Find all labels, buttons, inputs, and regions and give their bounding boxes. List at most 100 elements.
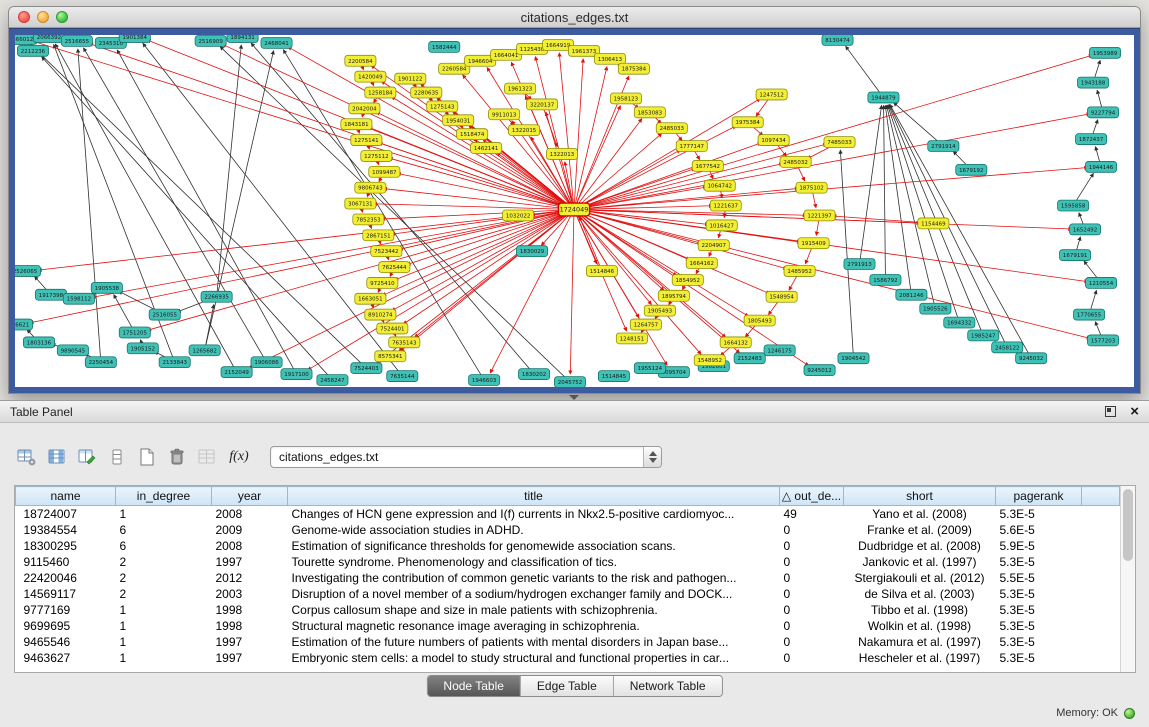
graph-node[interactable]: 1247512	[756, 89, 787, 100]
graph-node[interactable]: 1958123	[610, 93, 641, 104]
graph-node[interactable]: 2516055	[149, 309, 180, 320]
table-row[interactable]: 946362711997Embryonic stem cells: a mode…	[16, 650, 1120, 666]
graph-node[interactable]: 2791914	[928, 141, 959, 152]
graph-node[interactable]: 1894131	[227, 35, 258, 42]
graph-node[interactable]: 1943188	[1078, 77, 1109, 88]
graph-node[interactable]: 1306413	[594, 53, 625, 64]
graph-node[interactable]: 1322015	[509, 125, 540, 136]
graph-node[interactable]: 7635144	[387, 371, 418, 382]
graph-node[interactable]: 1944879	[868, 92, 899, 103]
table-row[interactable]: 911546021997Tourette syndrome. Phenomeno…	[16, 554, 1120, 570]
graph-node[interactable]: 1677542	[692, 160, 723, 171]
graph-node[interactable]: 8910274	[365, 309, 396, 320]
graph-node[interactable]: 1953989	[1089, 47, 1120, 58]
graph-node[interactable]: 9806743	[355, 182, 386, 193]
new-table-button[interactable]	[134, 445, 160, 469]
table-row[interactable]: 969969511998Structural magnetic resonanc…	[16, 618, 1120, 634]
graph-node[interactable]: 1985247	[968, 330, 999, 341]
graph-node[interactable]: 1577203	[1087, 335, 1118, 346]
row-selector-button[interactable]	[104, 445, 130, 469]
graph-node[interactable]: 2212236	[17, 45, 48, 56]
zoom-window-button[interactable]	[56, 11, 68, 23]
window-titlebar[interactable]: citations_edges.txt	[9, 7, 1140, 28]
graph-node[interactable]: 1872437	[1076, 134, 1107, 145]
graph-node[interactable]: 1275141	[351, 135, 382, 146]
graph-node[interactable]: 1905538	[91, 282, 122, 293]
graph-node[interactable]: 1906086	[251, 357, 282, 368]
network-canvas[interactable]: 2566012206639225166552345310190138422122…	[15, 35, 1134, 387]
graph-node[interactable]: 7625444	[379, 262, 410, 273]
graph-node[interactable]: 1854952	[672, 274, 703, 285]
graph-node[interactable]: 2066392	[33, 35, 64, 42]
float-panel-icon[interactable]	[1105, 406, 1116, 417]
graph-node[interactable]: 1875102	[796, 182, 827, 193]
graph-node[interactable]: 2250454	[85, 357, 116, 368]
graph-node[interactable]: 2468041	[261, 37, 292, 48]
graph-node[interactable]: 2200584	[345, 55, 376, 66]
graph-node[interactable]: 1664132	[720, 337, 751, 348]
graph-node[interactable]: 1154469	[918, 218, 949, 229]
graph-node[interactable]: 2485032	[780, 156, 811, 167]
graph-node[interactable]: 2045752	[554, 377, 585, 387]
graph-node[interactable]: 3067131	[345, 198, 376, 209]
graph-node[interactable]: 2485033	[656, 123, 687, 134]
close-window-button[interactable]	[18, 11, 30, 23]
graph-node[interactable]: 2042004	[349, 103, 380, 114]
column-header-short[interactable]: short	[844, 487, 996, 506]
graph-node[interactable]: 9911013	[489, 109, 520, 120]
table-row[interactable]: 946554611997Estimation of the future num…	[16, 634, 1120, 650]
graph-node[interactable]: 1514846	[586, 266, 617, 277]
graph-node[interactable]: 2152483	[734, 353, 765, 364]
graph-node[interactable]: 1830029	[517, 246, 548, 257]
graph-node[interactable]: 1099487	[369, 166, 400, 177]
tab-edge-table[interactable]: Edge Table	[520, 676, 613, 696]
graph-node[interactable]: 1265682	[189, 345, 220, 356]
graph-node[interactable]: 2081246	[896, 289, 927, 300]
graph-node[interactable]: 7852353	[353, 214, 384, 225]
graph-node[interactable]: 1064742	[704, 180, 735, 191]
graph-node[interactable]: 2152049	[221, 367, 252, 378]
table-row[interactable]: 1830029562008Estimation of significance …	[16, 538, 1120, 554]
graph-node[interactable]: 9890545	[57, 345, 88, 356]
table-vertical-scrollbar[interactable]	[1120, 486, 1135, 672]
table-row[interactable]: 977716911998Corpus callosum shape and si…	[16, 602, 1120, 618]
graph-node[interactable]: 1664162	[686, 258, 717, 269]
delete-table-button[interactable]	[164, 445, 190, 469]
graph-node[interactable]: 1322013	[546, 149, 577, 160]
graph-node[interactable]: 1843181	[341, 119, 372, 130]
graph-node[interactable]: 1679192	[956, 164, 987, 175]
graph-node[interactable]: 1097434	[758, 135, 789, 146]
graph-node[interactable]: 1246175	[764, 345, 795, 356]
graph-node[interactable]: 1944146	[1085, 161, 1116, 172]
table-selector-dropdown[interactable]: citations_edges.txt	[270, 446, 662, 468]
graph-node[interactable]: 2458122	[992, 342, 1023, 353]
graph-node[interactable]: 9245012	[804, 365, 835, 376]
citation-network-graph[interactable]: 2566012206639225166552345310190138422122…	[15, 35, 1134, 387]
graph-node[interactable]: 1016427	[706, 220, 737, 231]
graph-node[interactable]: 7485033	[824, 137, 855, 148]
table-row[interactable]: 1872400712008Changes of HCN gene express…	[16, 506, 1120, 522]
new-column-button[interactable]	[74, 445, 100, 469]
graph-hub-node[interactable]: 1724049	[558, 203, 589, 216]
graph-node[interactable]: 2204907	[698, 240, 729, 251]
graph-node[interactable]: 1955124	[634, 363, 665, 374]
graph-node[interactable]: 9725410	[367, 277, 398, 288]
graph-node[interactable]: 1901122	[395, 73, 426, 84]
table-row[interactable]: 2242004622012Investigating the contribut…	[16, 570, 1120, 586]
column-header-pagerank[interactable]: pagerank	[996, 487, 1082, 506]
graph-node[interactable]: 1777147	[676, 141, 707, 152]
graph-node[interactable]: 1210554	[1085, 277, 1116, 288]
graph-node[interactable]: 1751205	[119, 327, 150, 338]
graph-node[interactable]: 1275112	[361, 151, 392, 162]
graph-node[interactable]: 3220137	[526, 99, 557, 110]
graph-node[interactable]: 1221637	[710, 200, 741, 211]
graph-node[interactable]: 7635143	[389, 337, 420, 348]
tab-node-table[interactable]: Node Table	[427, 676, 520, 696]
graph-node[interactable]: 1895794	[658, 290, 689, 301]
column-header-out-degree-sorted[interactable]: △ out_de...	[780, 487, 844, 506]
graph-node[interactable]: 1904542	[838, 353, 869, 364]
graph-node[interactable]: 2266935	[201, 291, 232, 302]
graph-node[interactable]: 1186621	[15, 319, 33, 330]
network-view-window[interactable]: citations_edges.txt 25660122066392251665…	[8, 6, 1141, 394]
graph-node[interactable]: 1954031	[443, 115, 474, 126]
